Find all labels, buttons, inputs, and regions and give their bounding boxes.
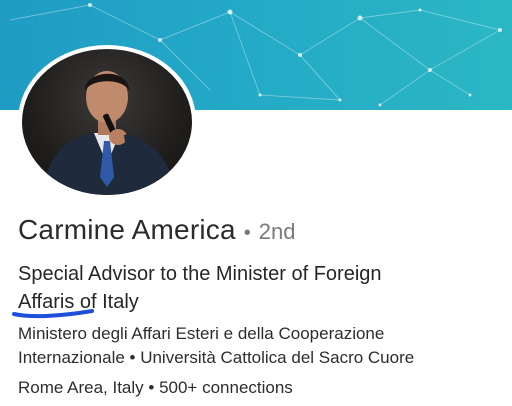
avatar[interactable] bbox=[22, 49, 192, 195]
connection-degree-badge: 2nd bbox=[258, 219, 296, 244]
company-line-2: Internazionale • Università Cattolica de… bbox=[18, 348, 415, 367]
profile-name[interactable]: Carmine America bbox=[18, 214, 236, 246]
company-line-1: Ministero degli Affari Esteri e della Co… bbox=[18, 324, 385, 343]
ink-underline-annotation bbox=[12, 309, 94, 319]
profile-company: Ministero degli Affari Esteri e della Co… bbox=[18, 322, 508, 370]
headline-line-1: Special Advisor to the Minister of Forei… bbox=[18, 263, 382, 285]
profile-location-connections[interactable]: Rome Area, Italy • 500+ connections bbox=[18, 378, 293, 398]
person-photo bbox=[42, 71, 174, 195]
name-row: Carmine America • 2nd bbox=[18, 214, 295, 246]
separator-dot: • bbox=[243, 222, 251, 244]
